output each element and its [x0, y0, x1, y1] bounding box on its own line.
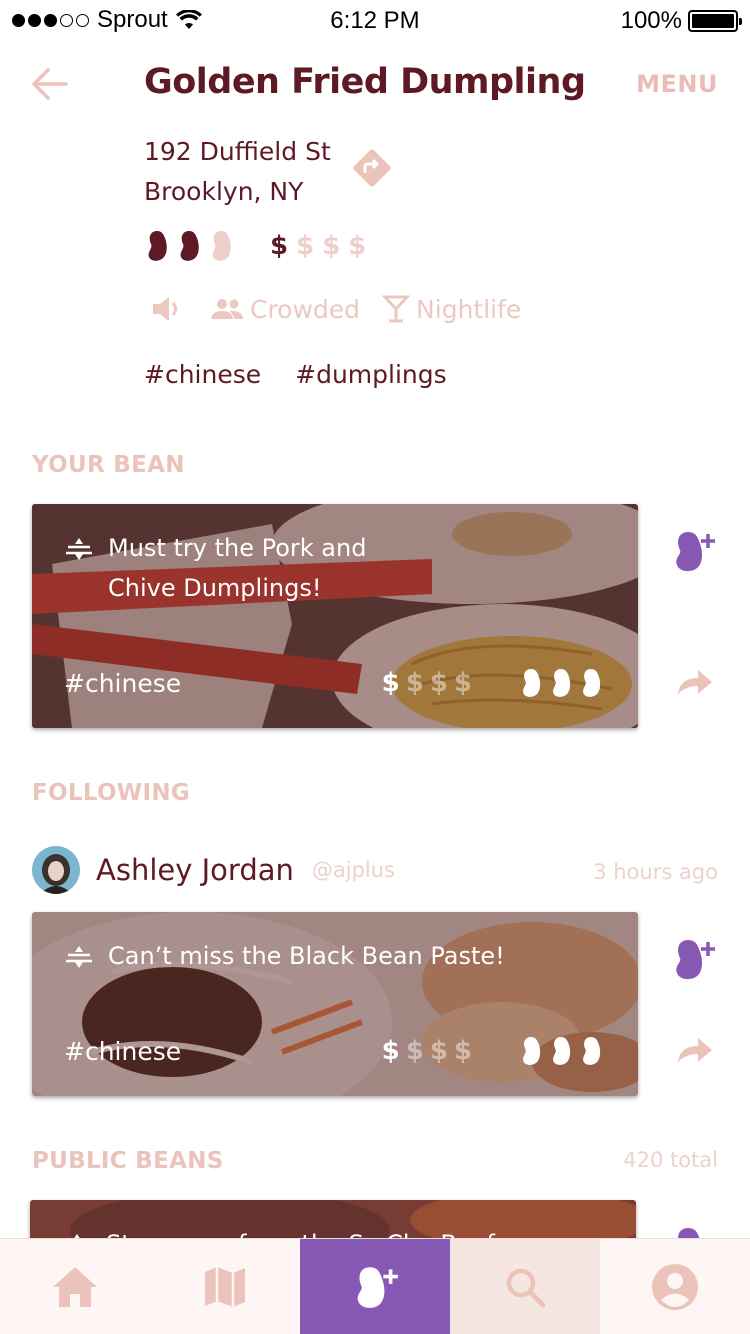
- price-symbol: $: [405, 1036, 424, 1066]
- bean-icon: [523, 668, 541, 697]
- price-symbol: $: [381, 668, 400, 698]
- address-line-1: 192 Duffield St: [144, 137, 331, 166]
- bean-icon: [553, 1036, 571, 1065]
- bean-note-text: Can’t miss the Black Bean Paste!: [108, 942, 505, 970]
- bean-icon: [583, 1036, 601, 1065]
- rating-row: $ $ $ $: [146, 230, 374, 262]
- bean-icon: [212, 231, 231, 261]
- card-tag[interactable]: #chinese: [64, 1037, 181, 1066]
- tab-add-bean[interactable]: [300, 1239, 450, 1334]
- price-symbol: $: [296, 231, 315, 261]
- add-bean-icon[interactable]: [668, 934, 718, 984]
- map-icon: [205, 1267, 245, 1307]
- attribute-noise: [150, 294, 188, 324]
- price-symbol: $: [453, 668, 472, 698]
- bean-note-text: Must try the Pork and Chive Dumplings!: [108, 534, 367, 602]
- add-bean-icon[interactable]: [668, 526, 718, 576]
- tab-profile[interactable]: [600, 1239, 750, 1334]
- crowd-label: Crowded: [250, 294, 361, 324]
- price-symbol: $: [429, 668, 448, 698]
- price-symbol: $: [381, 1036, 400, 1066]
- price-symbol: $: [453, 1036, 472, 1066]
- status-bar: Sprout 6:12 PM 100%: [0, 0, 750, 40]
- price-level: $ $ $ $: [270, 231, 374, 261]
- home-icon: [53, 1267, 97, 1307]
- battery-percent: 100%: [620, 7, 682, 34]
- tag-chip[interactable]: #dumplings: [295, 360, 447, 389]
- menu-button[interactable]: MENU: [636, 70, 718, 98]
- public-beans-total: 420 total: [623, 1148, 718, 1172]
- tab-home[interactable]: [0, 1239, 150, 1334]
- battery-icon: [688, 10, 742, 32]
- tab-bar: [0, 1238, 750, 1334]
- section-your-bean: YOUR BEAN: [32, 452, 185, 478]
- vibe-label: Nightlife: [416, 294, 522, 324]
- price-symbol: $: [348, 231, 367, 261]
- attribute-vibe: Nightlife: [382, 294, 521, 324]
- bean-icon: [180, 231, 199, 261]
- bean-icon: [148, 231, 167, 261]
- user-handle: @ajplus: [311, 858, 395, 882]
- address-line-2: Brooklyn, NY: [144, 177, 304, 206]
- tag-chip[interactable]: #chinese: [144, 360, 261, 389]
- bean-note-icon: [66, 946, 92, 968]
- card-price-level: $ $ $ $: [382, 1036, 478, 1066]
- card-bean-rating: [520, 668, 602, 698]
- tag-list: #chinese #dumplings: [144, 360, 447, 389]
- price-symbol: $: [322, 231, 341, 261]
- section-following: FOLLOWING: [32, 780, 191, 806]
- your-bean-card[interactable]: Must try the Pork and Chive Dumplings! #…: [32, 504, 638, 728]
- page-title: Golden Fried Dumpling: [144, 62, 586, 102]
- bean-note: Must try the Pork and Chive Dumplings!: [64, 528, 424, 608]
- tab-search[interactable]: [450, 1239, 600, 1334]
- profile-icon: [652, 1264, 698, 1310]
- card-bean-rating: [520, 1036, 602, 1066]
- back-arrow-icon[interactable]: [30, 66, 70, 102]
- bean-note: Can’t miss the Black Bean Paste!: [64, 936, 505, 976]
- speaker-icon: [153, 297, 177, 321]
- card-tag[interactable]: #chinese: [64, 669, 181, 698]
- user-row[interactable]: Ashley Jordan @ajplus: [32, 846, 395, 894]
- price-symbol: $: [405, 668, 424, 698]
- avatar[interactable]: [32, 846, 80, 894]
- add-bean-icon: [357, 1267, 398, 1308]
- bean-icon: [553, 668, 571, 697]
- following-bean-card[interactable]: Can’t miss the Black Bean Paste! #chines…: [32, 912, 638, 1096]
- bean-rating: [146, 230, 242, 262]
- address: 192 Duffield St Brooklyn, NY: [144, 132, 331, 212]
- directions-icon[interactable]: [350, 146, 394, 190]
- share-icon[interactable]: [668, 656, 718, 706]
- tab-map[interactable]: [150, 1239, 300, 1334]
- user-name[interactable]: Ashley Jordan: [96, 853, 294, 887]
- price-symbol: $: [270, 231, 289, 261]
- attribute-crowd: Crowded: [210, 295, 360, 324]
- battery-group: 100%: [620, 7, 742, 35]
- timestamp: 3 hours ago: [593, 860, 718, 884]
- card-price-level: $ $ $ $: [382, 668, 478, 698]
- search-icon: [506, 1268, 546, 1308]
- price-symbol: $: [429, 1036, 448, 1066]
- bean-note-icon: [66, 538, 92, 560]
- bean-icon: [583, 668, 601, 697]
- bean-icon: [523, 1036, 541, 1065]
- section-public-beans: PUBLIC BEANS: [32, 1148, 224, 1174]
- attributes-row: Crowded Nightlife: [150, 294, 543, 324]
- people-icon: [211, 299, 243, 319]
- cocktail-icon: [382, 295, 411, 323]
- share-icon[interactable]: [668, 1024, 718, 1074]
